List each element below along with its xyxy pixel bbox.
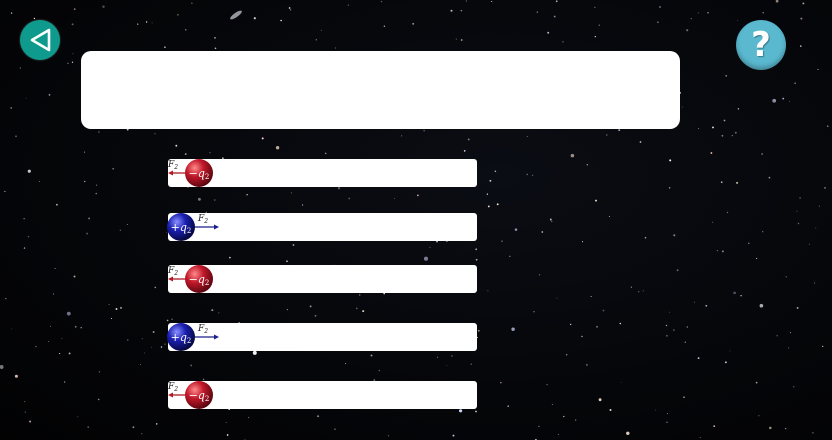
answer-option-4[interactable]: F2 +q2 — [167, 323, 477, 351]
option-diagram: F2 −q2 — [167, 381, 213, 409]
back-button[interactable] — [20, 20, 60, 60]
question-prompt-box — [81, 51, 680, 129]
force-arrow — [168, 392, 185, 398]
force-arrow — [168, 170, 185, 176]
force-arrow — [168, 276, 185, 282]
option-diagram: F2+q2 — [167, 323, 219, 351]
answer-option-5[interactable]: F2 −q2 — [167, 381, 477, 409]
force-arrow — [195, 334, 219, 340]
question-mark-icon: ? — [751, 25, 771, 65]
answer-option-3[interactable]: F2 −q2 — [167, 265, 477, 293]
option-diagram: F2+q2 — [167, 213, 219, 241]
force-label: F2 — [167, 266, 178, 277]
answer-option-2[interactable]: F2 +q2 — [167, 213, 477, 241]
force-label: F2 — [197, 214, 208, 225]
force-arrow — [195, 224, 219, 230]
back-triangle-icon — [30, 28, 51, 52]
answer-option-1[interactable]: F2 −q2 — [167, 159, 477, 187]
option-diagram: F2 −q2 — [167, 159, 213, 187]
force-label: F2 — [197, 324, 208, 335]
force-label: F2 — [167, 382, 178, 393]
option-diagram: F2 −q2 — [167, 265, 213, 293]
help-button[interactable]: ? — [736, 20, 786, 70]
force-label: F2 — [167, 160, 178, 171]
